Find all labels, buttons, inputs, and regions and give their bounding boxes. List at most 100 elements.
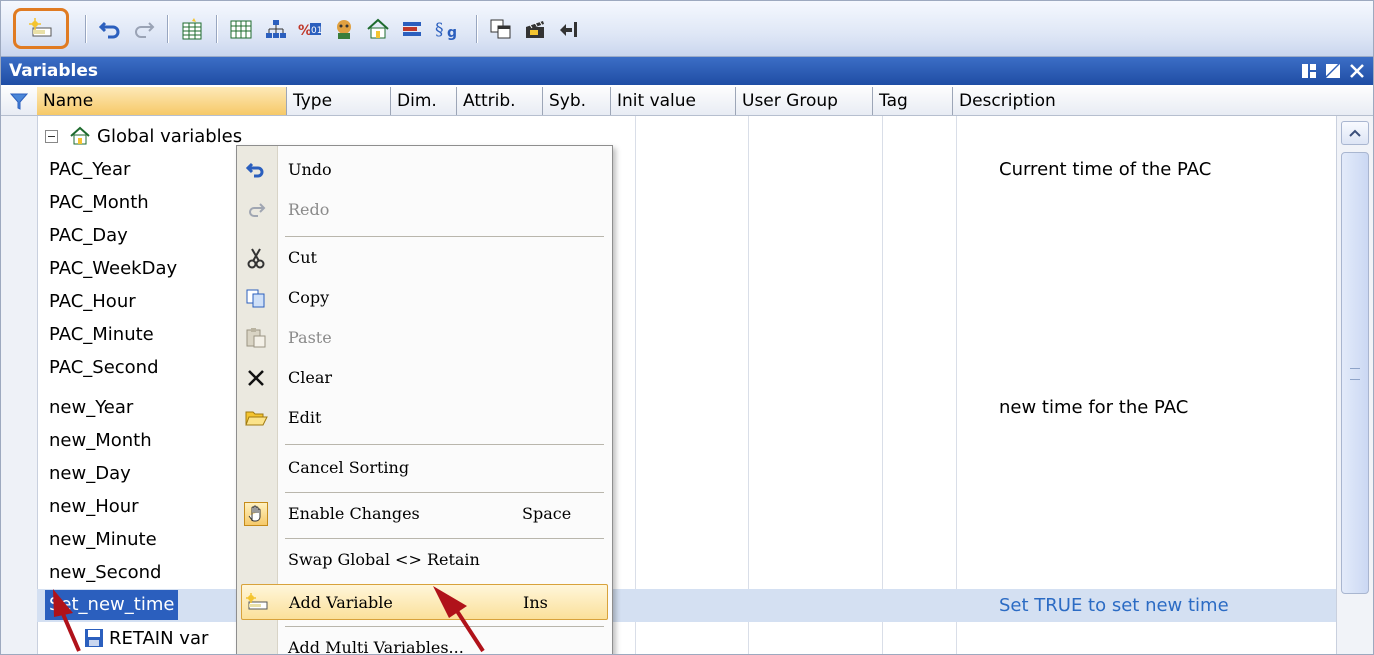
variable-name: PAC_Day — [49, 225, 128, 246]
table-row[interactable]: PAC_Second — [37, 351, 1337, 384]
column-attrib[interactable]: Attrib. — [457, 87, 543, 115]
table-row[interactable]: new_Hour — [37, 490, 1337, 523]
table-row[interactable]: PAC_Hour — [37, 285, 1337, 318]
column-init-value[interactable]: Init value — [611, 87, 736, 115]
variable-description: new time for the PAC — [999, 397, 1189, 418]
group-row[interactable]: Global variables — [37, 122, 1337, 152]
table-row-selected[interactable]: Set_new_time Set TRUE to set new time — [37, 589, 1337, 622]
variable-name: PAC_Year — [49, 159, 131, 180]
menu-item-paste[interactable]: Paste — [237, 320, 612, 356]
maximize-icon[interactable] — [1323, 60, 1343, 82]
add-variable-icon[interactable] — [28, 16, 54, 42]
table-row[interactable]: PAC_Month — [37, 186, 1337, 219]
menu-item-cut[interactable]: Cut — [237, 240, 612, 276]
clapper-icon[interactable] — [522, 16, 548, 42]
menu-label: Cut — [288, 248, 317, 267]
menu-item-cancel-sorting[interactable]: Cancel Sorting — [237, 450, 612, 486]
variables-window: % 01 § g Variables Name Type Dim. Attrib… — [0, 0, 1374, 655]
menu-item-edit[interactable]: Edit — [237, 400, 612, 436]
menu-item-add-multi-variables[interactable]: Add Multi Variables... — [237, 630, 612, 655]
close-icon[interactable] — [1347, 60, 1367, 82]
clear-icon — [243, 366, 269, 390]
window-icon[interactable] — [488, 16, 514, 42]
variable-name: PAC_Hour — [49, 291, 136, 312]
person-icon[interactable] — [331, 16, 357, 42]
retain-label: RETAIN var — [109, 628, 209, 649]
table-row[interactable]: new_Minute — [37, 523, 1337, 556]
menu-item-enable-changes[interactable]: Enable Changes Space — [237, 496, 612, 532]
column-name[interactable]: Name — [37, 87, 287, 115]
scroll-up-icon[interactable] — [1341, 121, 1369, 145]
redo-icon[interactable] — [131, 16, 157, 42]
menu-label: Paste — [288, 328, 332, 347]
menu-label: Add Variable — [289, 593, 393, 612]
paste-icon — [243, 326, 269, 350]
column-tag[interactable]: Tag — [873, 87, 953, 115]
scissors-icon — [243, 246, 269, 270]
svg-text:01: 01 — [311, 26, 322, 36]
table-icon[interactable] — [179, 16, 205, 42]
filter-icon[interactable] — [1, 87, 37, 115]
menu-item-undo[interactable]: Undo — [237, 152, 612, 188]
table-row[interactable]: PAC_Minute — [37, 318, 1337, 351]
menu-item-clear[interactable]: Clear — [237, 360, 612, 396]
variable-description: Current time of the PAC — [999, 159, 1212, 180]
collapse-icon[interactable] — [45, 130, 58, 143]
variables-grid: Global variables PAC_Year Current time of… — [1, 116, 1337, 654]
table-row[interactable]: new_Year new time for the PAC — [37, 391, 1337, 424]
flag-icon[interactable] — [399, 16, 425, 42]
menu-label: Cancel Sorting — [288, 458, 410, 477]
binary-icon[interactable]: % 01 — [297, 16, 323, 42]
variable-name: new_Hour — [49, 496, 139, 517]
table-row[interactable]: new_Second — [37, 556, 1337, 589]
menu-label: Swap Global <> Retain — [288, 550, 480, 569]
menu-item-copy[interactable]: Copy — [237, 280, 612, 316]
grid-icon[interactable] — [228, 16, 254, 42]
menu-label: Redo — [288, 200, 330, 219]
symbol-icon[interactable]: § g — [433, 16, 467, 42]
table-row[interactable]: PAC_Day — [37, 219, 1337, 252]
folder-open-icon — [243, 406, 269, 430]
table-row[interactable]: new_Month — [37, 424, 1337, 457]
vertical-scrollbar[interactable] — [1336, 116, 1373, 654]
copy-icon — [243, 286, 269, 310]
import-icon[interactable] — [556, 16, 582, 42]
panel-title-bar: Variables — [1, 57, 1373, 85]
redo-icon — [243, 198, 269, 222]
table-row[interactable]: new_Day — [37, 457, 1337, 490]
row-gutter — [1, 116, 38, 654]
variable-name: PAC_Second — [49, 357, 159, 378]
variable-name: new_Month — [49, 430, 152, 451]
column-type[interactable]: Type — [287, 87, 391, 115]
variable-name: new_Second — [49, 562, 162, 583]
variable-name: new_Minute — [49, 529, 157, 550]
svg-text:%: % — [298, 23, 312, 39]
column-dim[interactable]: Dim. — [391, 87, 457, 115]
toolbar: % 01 § g — [1, 1, 1373, 57]
menu-label: Edit — [288, 408, 322, 427]
column-header: Name Type Dim. Attrib. Syb. Init value U… — [1, 87, 1373, 116]
undo-icon — [243, 158, 269, 182]
variable-name: PAC_Minute — [49, 324, 154, 345]
column-description[interactable]: Description — [953, 87, 1373, 115]
home-icon[interactable] — [365, 16, 391, 42]
menu-item-swap-global-retain[interactable]: Swap Global <> Retain — [237, 542, 612, 578]
menu-label: Add Multi Variables... — [288, 638, 464, 655]
retain-group-row[interactable]: RETAIN var — [37, 622, 1337, 654]
variable-name: PAC_Month — [49, 192, 149, 213]
column-user-group[interactable]: User Group — [736, 87, 873, 115]
menu-item-add-variable[interactable]: Add Variable Ins — [241, 584, 608, 620]
table-row[interactable]: PAC_WeekDay — [37, 252, 1337, 285]
variable-description: Set TRUE to set new time — [999, 595, 1229, 616]
context-menu: Undo Redo Cut Copy Paste Clear Edit Canc… — [236, 145, 613, 655]
scroll-thumb[interactable] — [1341, 152, 1369, 594]
hand-icon — [243, 502, 269, 526]
menu-item-redo[interactable]: Redo — [237, 192, 612, 228]
undo-icon[interactable] — [97, 16, 123, 42]
column-syb[interactable]: Syb. — [543, 87, 611, 115]
menu-shortcut: Ins — [523, 593, 548, 612]
menu-shortcut: Space — [522, 504, 572, 523]
table-row[interactable]: PAC_Year Current time of the PAC — [37, 153, 1337, 186]
dock-icon[interactable] — [1299, 60, 1319, 82]
tree-icon[interactable] — [263, 16, 289, 42]
